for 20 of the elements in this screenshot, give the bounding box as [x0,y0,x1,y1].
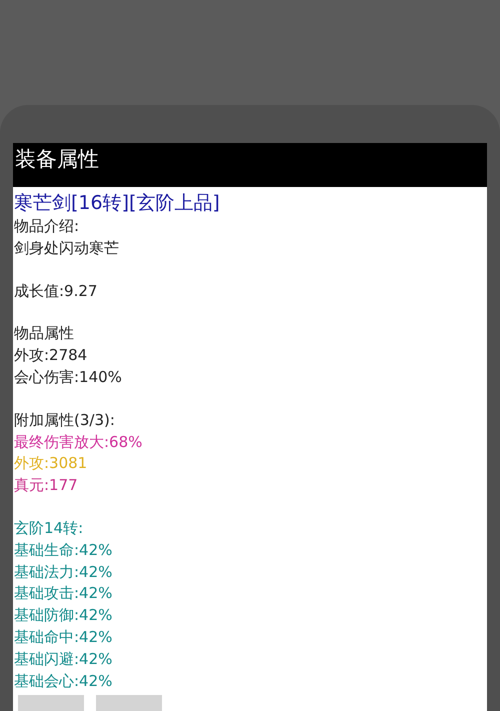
attribute-line: 基础生命:42% [14,540,112,561]
attribute-line: 物品介绍: [14,216,80,237]
attribute-line: 附加属性(3/3): [14,410,115,431]
attribute-line: 外攻:3081 [14,453,88,474]
dialog-title: 装备属性 [13,143,487,187]
attribute-line: 物品属性 [14,323,74,344]
attribute-line: 最终伤害放大:68% [14,432,142,453]
attribute-line: 成长值:9.27 [14,280,98,302]
attribute-line: 玄阶14转: [14,518,84,539]
attribute-line: 会心伤害:140% [14,366,122,388]
attribute-line: 基础命中:42% [14,626,112,648]
attribute-line: 基础防御:42% [14,605,112,626]
attribute-line: 基础会心:42% [14,670,112,692]
attribute-line: 真元:177 [14,475,78,496]
attribute-line: 剑身处闪动寒芒 [14,238,119,259]
attribute-line: 外攻:2784 [14,345,88,366]
attribute-line: 基础闪避:42% [14,648,112,670]
item-name: 寒芒剑[16转][玄阶上品] [14,191,221,216]
attribute-line: 基础攻击:42% [14,583,112,604]
attribute-line: 基础法力:42% [14,562,112,583]
